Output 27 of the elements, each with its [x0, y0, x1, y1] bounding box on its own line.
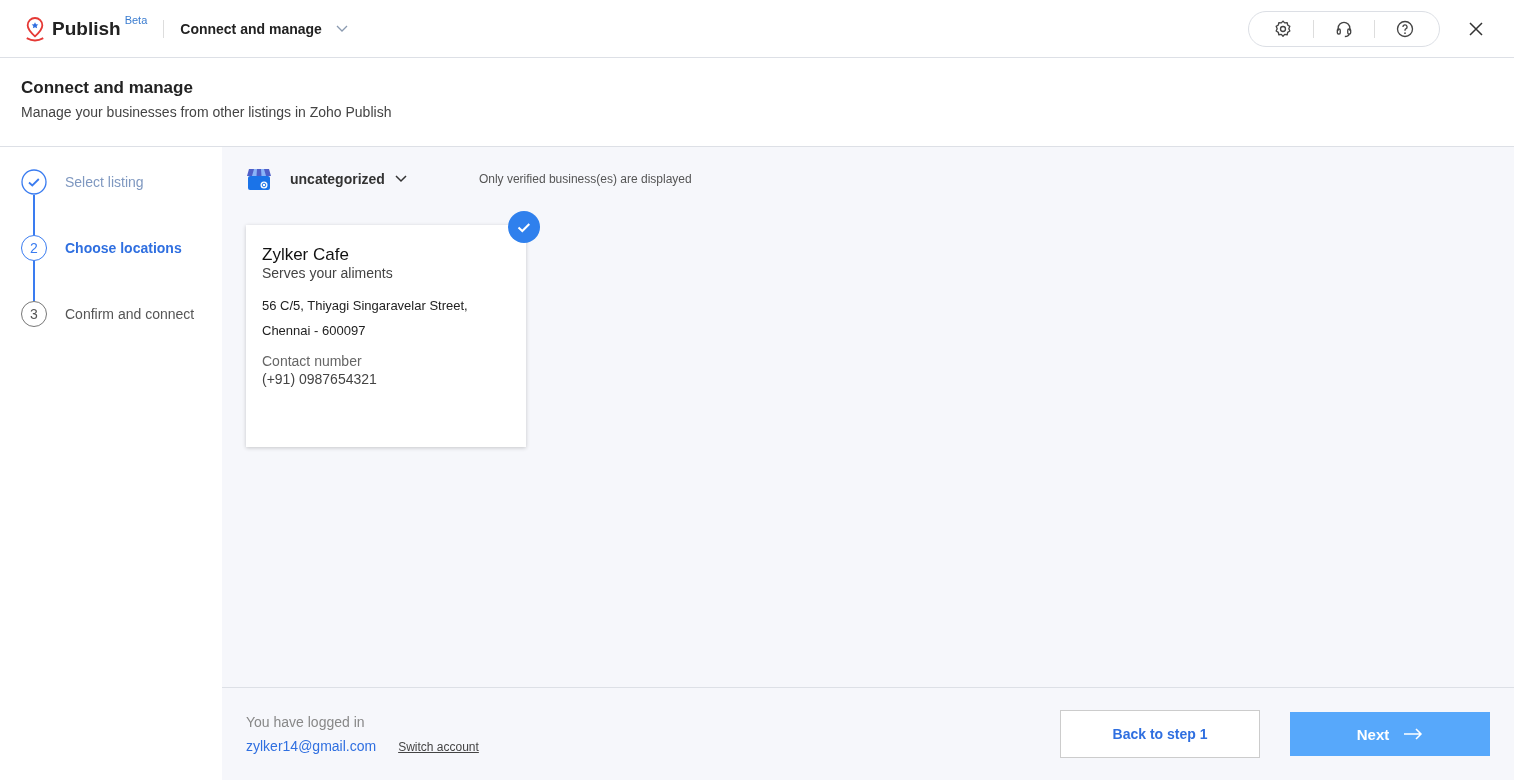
location-card[interactable]: Zylker Cafe Serves your aliments 56 C/5, Thiyagi Singaravelar Street, Chennai - 600097 Contact number (+91) 0987654321 [246, 225, 526, 447]
page-title: Connect and manage [21, 78, 194, 98]
category-dropdown[interactable]: uncategorized [290, 171, 407, 187]
back-button[interactable]: Back to step 1 [1060, 710, 1260, 758]
step-label[interactable]: Choose locations [65, 235, 182, 301]
address-line: Chennai - 600097 [262, 322, 367, 340]
contact-label: Contact number [262, 353, 363, 369]
contact-number: (+91) 0987654321 [262, 371, 378, 387]
page-subtitle: Manage your businesses from other listings in Zoho Publish [21, 104, 393, 120]
step-number: 2 [21, 235, 47, 261]
store-icon [246, 167, 272, 191]
switch-account-link[interactable]: Switch account [398, 740, 479, 754]
step-number: 3 [21, 301, 47, 327]
chevron-down-icon [335, 24, 348, 33]
section-dropdown[interactable]: Connect and manage [180, 20, 348, 37]
chevron-down-icon [394, 175, 407, 183]
step-label[interactable]: Confirm and connect [65, 301, 195, 327]
beta-label: Beta [124, 14, 148, 26]
verified-note: Only verified business(es) are displayed [478, 172, 692, 186]
app-name: Publish [52, 17, 121, 40]
account-email: zylker14@gmail.com [246, 738, 377, 754]
logo-icon [24, 15, 46, 42]
business-name: Zylker Cafe [262, 245, 350, 265]
login-text: You have logged in [246, 714, 366, 730]
address-line: 56 C/5, Thiyagi Singaravelar Street, [262, 297, 469, 315]
business-tagline: Serves your aliments [262, 265, 394, 281]
arrow-right-icon [1403, 728, 1424, 740]
